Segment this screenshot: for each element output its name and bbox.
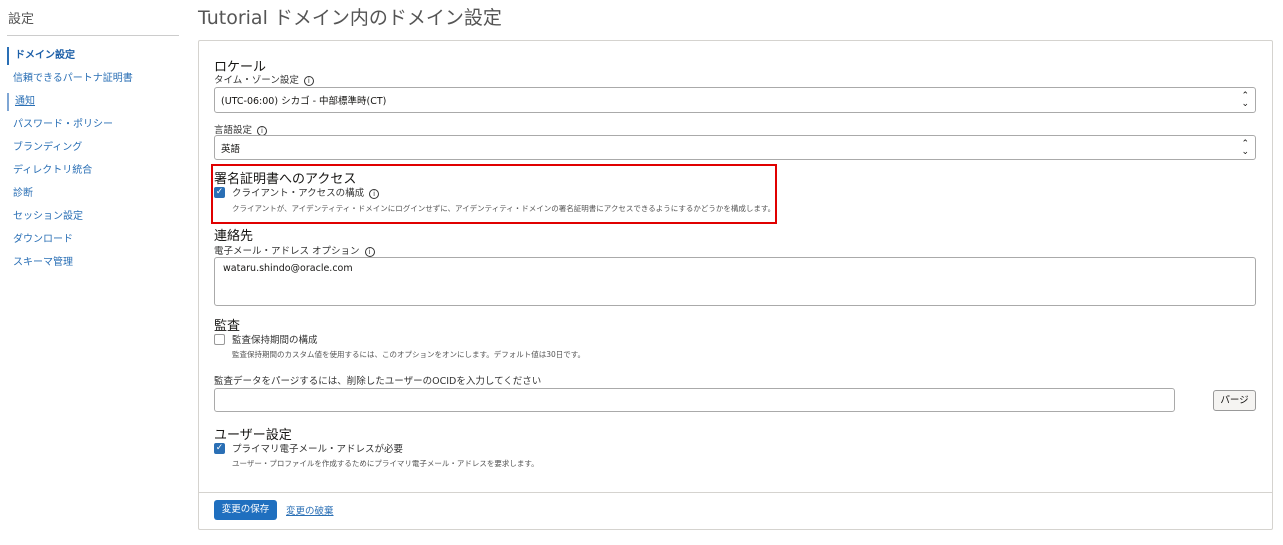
client-access-checkbox[interactable]: ✓ <box>214 187 225 198</box>
client-access-label: クライアント・アクセスの構成 <box>232 188 365 199</box>
timezone-value: (UTC-06:00) シカゴ - 中部標準時(CT) <box>221 96 387 107</box>
sidebar-item-trusted-partner-certs[interactable]: 信頼できるパートナ証明書 <box>7 70 133 88</box>
purge-button[interactable]: パージ <box>1213 390 1256 411</box>
timezone-label: タイム・ゾーン設定 <box>214 75 299 86</box>
sidebar-item-password-policy[interactable]: パスワード・ポリシー <box>7 116 113 134</box>
sidebar-item-diagnostics[interactable]: 診断 <box>7 185 33 203</box>
sidebar-item-notifications[interactable]: 通知 <box>7 93 35 111</box>
audit-retention-description: 監査保持期間のカスタム値を使用するには、このオプションをオンにします。デフォルト… <box>232 350 586 359</box>
divider <box>199 492 1272 493</box>
save-changes-button[interactable]: 変更の保存 <box>214 500 277 520</box>
timezone-select[interactable]: (UTC-06:00) シカゴ - 中部標準時(CT) ⌃ ⌄ <box>214 87 1256 113</box>
sidebar-item-session-settings[interactable]: セッション設定 <box>7 208 83 226</box>
email-label: 電子メール・アドレス オプション <box>214 246 360 257</box>
section-title-contact: 連絡先 <box>214 229 254 244</box>
chevron-updown-icon: ⌃ ⌄ <box>1241 139 1249 157</box>
sidebar-item-schema-management[interactable]: スキーマ管理 <box>7 254 73 272</box>
chevron-updown-icon: ⌃ ⌄ <box>1241 91 1249 109</box>
client-access-description: クライアントが、アイデンティティ・ドメインにログインせずに、アイデンティティ・ド… <box>232 204 776 213</box>
audit-retention-label: 監査保持期間の構成 <box>232 335 318 346</box>
primary-email-label: プライマリ電子メール・アドレスが必要 <box>232 444 404 455</box>
info-icon[interactable]: i <box>257 125 268 136</box>
check-icon: ✓ <box>215 443 224 453</box>
sidebar-item-directory-integration[interactable]: ディレクトリ統合 <box>7 162 92 180</box>
page-title: Tutorial ドメイン内のドメイン設定 <box>198 7 502 29</box>
sidebar-title: 設定 <box>8 12 35 27</box>
email-textarea[interactable]: wataru.shindo@oracle.com <box>214 257 1256 306</box>
sidebar-item-downloads[interactable]: ダウンロード <box>7 231 73 249</box>
primary-email-checkbox[interactable]: ✓ <box>214 443 225 454</box>
primary-email-description: ユーザー・プロファイルを作成するためにプライマリ電子メール・アドレスを要求します… <box>232 459 539 468</box>
language-select[interactable]: 英語 ⌃ ⌄ <box>214 135 1256 160</box>
discard-changes-link[interactable]: 変更の破棄 <box>286 503 334 517</box>
info-icon[interactable]: i <box>303 75 314 86</box>
info-icon[interactable]: i <box>369 188 380 199</box>
check-icon: ✓ <box>215 187 224 197</box>
info-icon[interactable]: i <box>364 246 375 257</box>
purge-label: 監査データをパージするには、削除したユーザーのOCIDを入力してください <box>214 376 542 387</box>
language-value: 英語 <box>221 144 241 155</box>
divider <box>7 35 179 36</box>
audit-retention-checkbox[interactable] <box>214 334 225 345</box>
sidebar-item-domain-settings[interactable]: ドメイン設定 <box>7 47 75 65</box>
ocid-input[interactable] <box>214 388 1175 412</box>
sidebar-item-branding[interactable]: ブランディング <box>7 139 82 157</box>
